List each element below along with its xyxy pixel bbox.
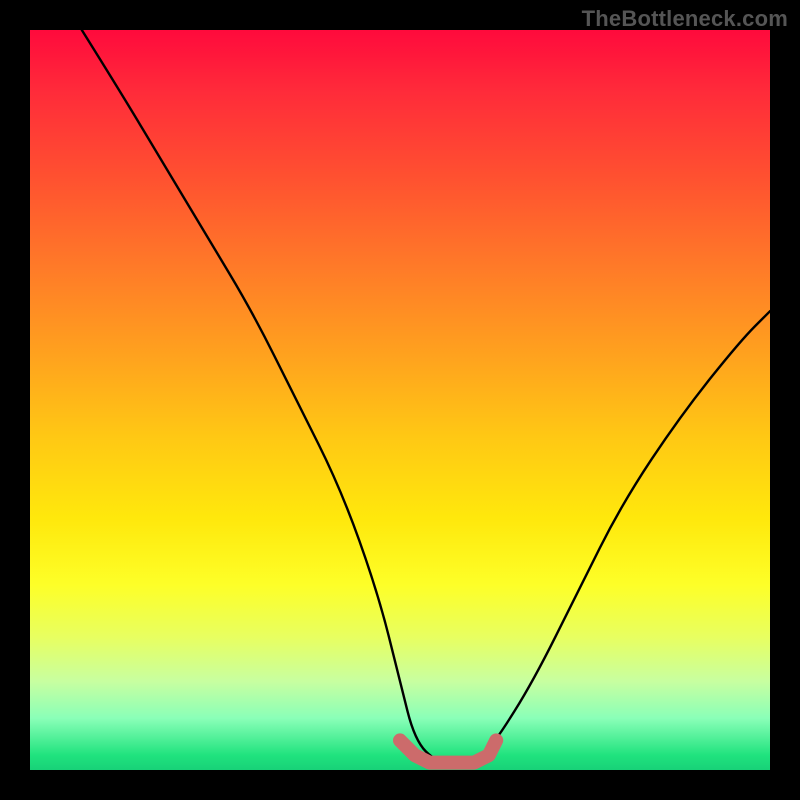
bottleneck-curve-line — [82, 30, 770, 763]
chart-frame: TheBottleneck.com — [0, 0, 800, 800]
watermark-label: TheBottleneck.com — [582, 6, 788, 32]
optimal-band-line — [400, 740, 496, 762]
plot-area — [30, 30, 770, 770]
chart-svg — [30, 30, 770, 770]
